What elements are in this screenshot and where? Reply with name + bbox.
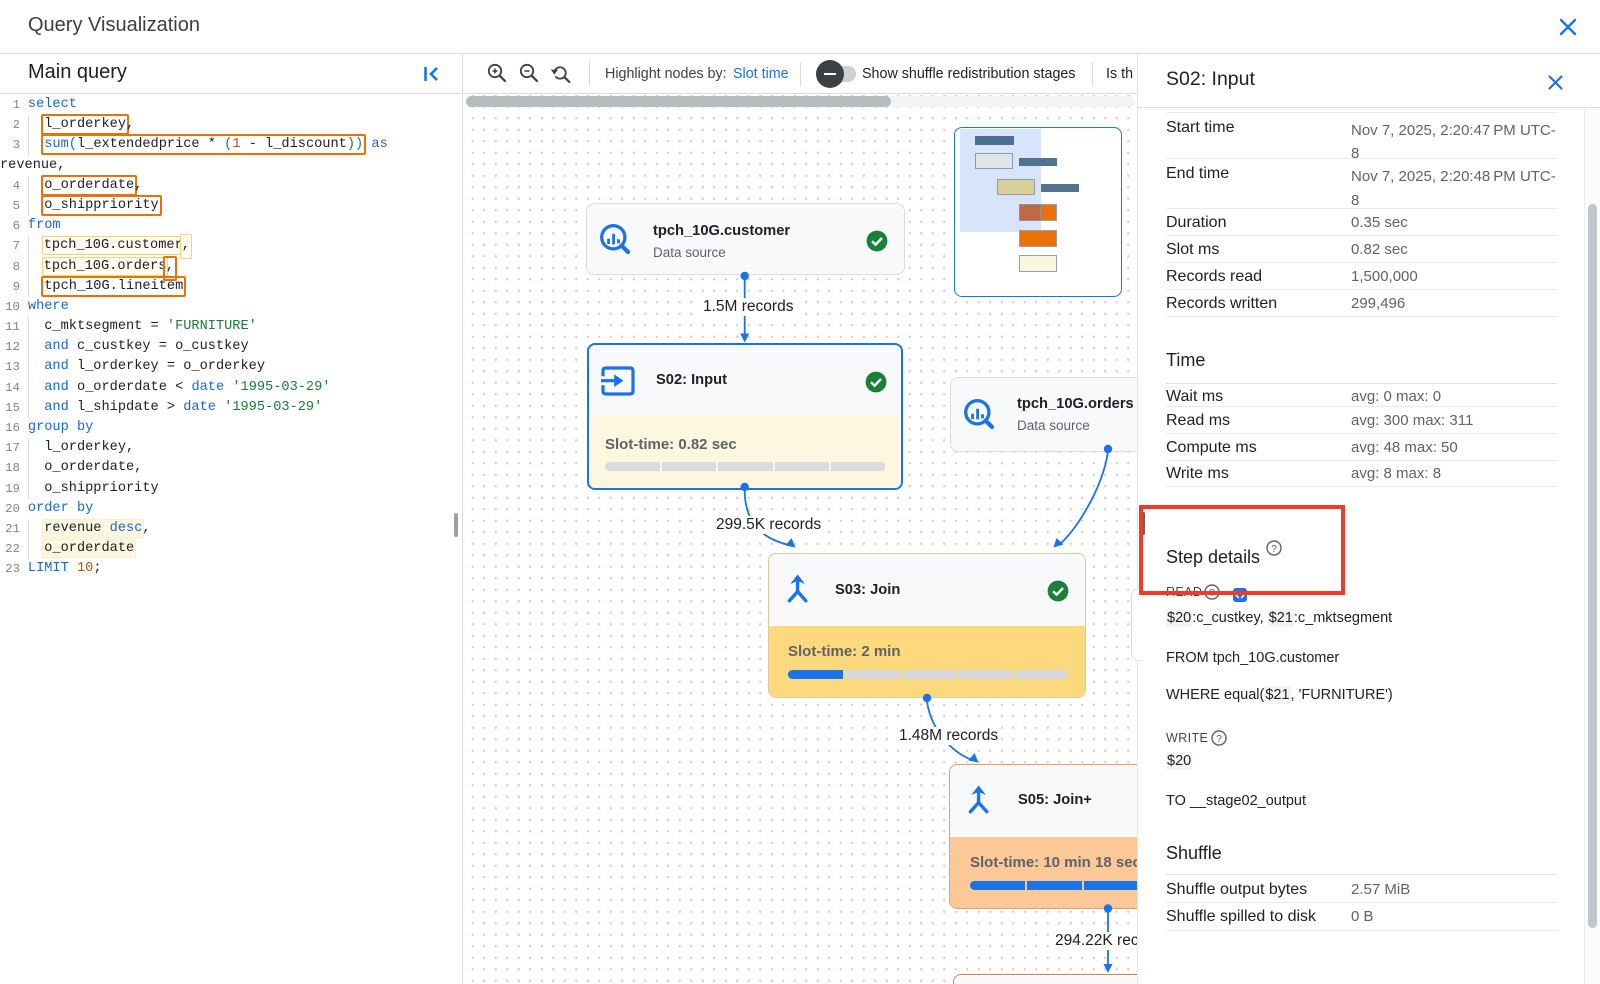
svg-text:?: ? bbox=[1216, 733, 1222, 745]
